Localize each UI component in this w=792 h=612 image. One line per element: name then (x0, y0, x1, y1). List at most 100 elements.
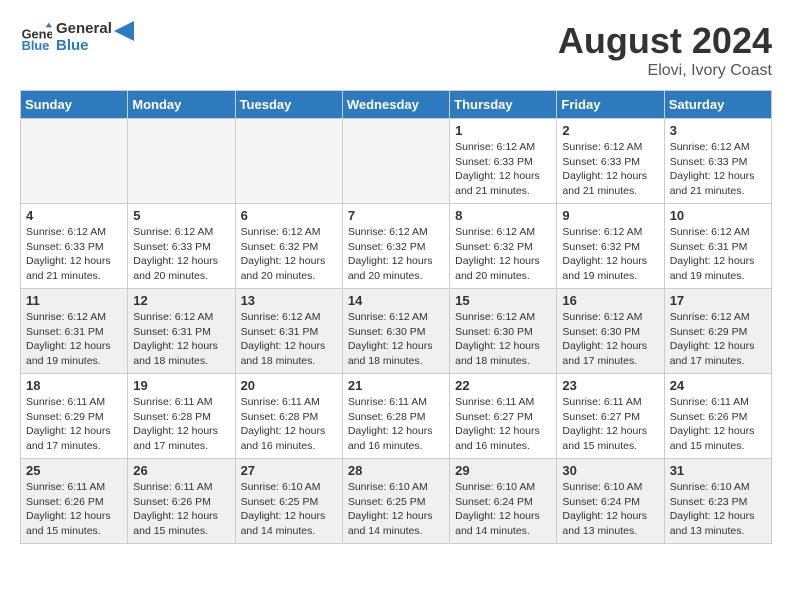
calendar-cell: 30Sunrise: 6:10 AMSunset: 6:24 PMDayligh… (557, 459, 664, 544)
day-number: 3 (670, 123, 766, 138)
col-header-monday: Monday (128, 91, 235, 119)
day-info: Sunrise: 6:12 AMSunset: 6:30 PMDaylight:… (455, 310, 551, 369)
logo: General Blue General Blue (20, 20, 134, 54)
day-info: Sunrise: 6:12 AMSunset: 6:32 PMDaylight:… (348, 225, 444, 284)
day-info: Sunrise: 6:12 AMSunset: 6:31 PMDaylight:… (26, 310, 122, 369)
calendar-cell (128, 119, 235, 204)
col-header-tuesday: Tuesday (235, 91, 342, 119)
day-info: Sunrise: 6:12 AMSunset: 6:31 PMDaylight:… (241, 310, 337, 369)
day-number: 19 (133, 378, 229, 393)
calendar-body: 1 Sunrise: 6:12 AMSunset: 6:33 PMDaylight… (21, 119, 772, 544)
calendar-cell: 7 Sunrise: 6:12 AMSunset: 6:32 PMDaylight… (342, 204, 449, 289)
day-info: Sunrise: 6:12 AMSunset: 6:32 PMDaylight:… (455, 225, 551, 284)
calendar-cell: 17 Sunrise: 6:12 AMSunset: 6:29 PMDayligh… (664, 289, 771, 374)
calendar-cell: 6 Sunrise: 6:12 AMSunset: 6:32 PMDaylight… (235, 204, 342, 289)
calendar-cell: 4 Sunrise: 6:12 AMSunset: 6:33 PMDaylight… (21, 204, 128, 289)
logo-blue: Blue (56, 37, 112, 54)
day-number: 4 (26, 208, 122, 223)
col-header-sunday: Sunday (21, 91, 128, 119)
calendar-cell: 12 Sunrise: 6:12 AMSunset: 6:31 PMDayligh… (128, 289, 235, 374)
day-number: 27 (241, 463, 337, 478)
calendar-cell (342, 119, 449, 204)
calendar-cell: 8 Sunrise: 6:12 AMSunset: 6:32 PMDaylight… (450, 204, 557, 289)
day-number: 16 (562, 293, 658, 308)
calendar-cell: 27 Sunrise: 6:10 AMSunset: 6:25 PMDayligh… (235, 459, 342, 544)
calendar-cell: 11 Sunrise: 6:12 AMSunset: 6:31 PMDayligh… (21, 289, 128, 374)
day-number: 22 (455, 378, 551, 393)
day-info: Sunrise: 6:12 AMSunset: 6:30 PMDaylight:… (348, 310, 444, 369)
day-info: Sunrise: 6:12 AMSunset: 6:29 PMDaylight:… (670, 310, 766, 369)
col-header-wednesday: Wednesday (342, 91, 449, 119)
calendar-cell: 26 Sunrise: 6:11 AMSunset: 6:26 PMDayligh… (128, 459, 235, 544)
day-number: 31 (670, 463, 766, 478)
day-info: Sunrise: 6:11 AMSunset: 6:28 PMDaylight:… (241, 395, 337, 454)
logo-general: General (56, 20, 112, 37)
day-number: 8 (455, 208, 551, 223)
calendar-cell: 25Sunrise: 6:11 AMSunset: 6:26 PMDayligh… (21, 459, 128, 544)
calendar-cell: 13 Sunrise: 6:12 AMSunset: 6:31 PMDayligh… (235, 289, 342, 374)
calendar-week-3: 11 Sunrise: 6:12 AMSunset: 6:31 PMDayligh… (21, 289, 772, 374)
month-year-title: August 2024 (558, 20, 772, 62)
day-number: 30 (562, 463, 658, 478)
day-number: 28 (348, 463, 444, 478)
day-number: 21 (348, 378, 444, 393)
day-number: 11 (26, 293, 122, 308)
day-number: 18 (26, 378, 122, 393)
svg-text:Blue: Blue (22, 38, 50, 53)
calendar-cell: 28 Sunrise: 6:10 AMSunset: 6:25 PMDayligh… (342, 459, 449, 544)
calendar-cell: 14 Sunrise: 6:12 AMSunset: 6:30 PMDayligh… (342, 289, 449, 374)
day-number: 7 (348, 208, 444, 223)
calendar-cell: 22 Sunrise: 6:11 AMSunset: 6:27 PMDayligh… (450, 374, 557, 459)
day-info: Sunrise: 6:11 AMSunset: 6:27 PMDaylight:… (455, 395, 551, 454)
calendar-week-2: 4 Sunrise: 6:12 AMSunset: 6:33 PMDaylight… (21, 204, 772, 289)
day-info: Sunrise: 6:10 AMSunset: 6:24 PMDaylight:… (455, 480, 551, 539)
calendar-cell: 5Sunrise: 6:12 AMSunset: 6:33 PMDaylight… (128, 204, 235, 289)
day-number: 9 (562, 208, 658, 223)
calendar-table: SundayMondayTuesdayWednesdayThursdayFrid… (20, 90, 772, 544)
day-info: Sunrise: 6:12 AMSunset: 6:32 PMDaylight:… (241, 225, 337, 284)
calendar-cell: 10 Sunrise: 6:12 AMSunset: 6:31 PMDayligh… (664, 204, 771, 289)
title-block: August 2024 Elovi, Ivory Coast (558, 20, 772, 80)
calendar-week-4: 18 Sunrise: 6:11 AMSunset: 6:29 PMDayligh… (21, 374, 772, 459)
col-header-saturday: Saturday (664, 91, 771, 119)
day-number: 6 (241, 208, 337, 223)
day-info: Sunrise: 6:11 AMSunset: 6:26 PMDaylight:… (133, 480, 229, 539)
day-info: Sunrise: 6:12 AMSunset: 6:32 PMDaylight:… (562, 225, 658, 284)
day-number: 13 (241, 293, 337, 308)
day-info: Sunrise: 6:12 AMSunset: 6:31 PMDaylight:… (670, 225, 766, 284)
day-number: 23 (562, 378, 658, 393)
day-info: Sunrise: 6:11 AMSunset: 6:28 PMDaylight:… (348, 395, 444, 454)
day-number: 1 (455, 123, 551, 138)
calendar-cell (235, 119, 342, 204)
col-header-thursday: Thursday (450, 91, 557, 119)
calendar-week-1: 1 Sunrise: 6:12 AMSunset: 6:33 PMDaylight… (21, 119, 772, 204)
calendar-cell: 24Sunrise: 6:11 AMSunset: 6:26 PMDayligh… (664, 374, 771, 459)
day-number: 12 (133, 293, 229, 308)
day-info: Sunrise: 6:11 AMSunset: 6:29 PMDaylight:… (26, 395, 122, 454)
calendar-cell: 18 Sunrise: 6:11 AMSunset: 6:29 PMDayligh… (21, 374, 128, 459)
day-info: Sunrise: 6:10 AMSunset: 6:25 PMDaylight:… (348, 480, 444, 539)
day-number: 26 (133, 463, 229, 478)
day-number: 17 (670, 293, 766, 308)
col-header-friday: Friday (557, 91, 664, 119)
day-number: 29 (455, 463, 551, 478)
day-info: Sunrise: 6:12 AMSunset: 6:33 PMDaylight:… (26, 225, 122, 284)
day-number: 10 (670, 208, 766, 223)
calendar-cell: 9 Sunrise: 6:12 AMSunset: 6:32 PMDaylight… (557, 204, 664, 289)
calendar-header-row: SundayMondayTuesdayWednesdayThursdayFrid… (21, 91, 772, 119)
calendar-cell: 31Sunrise: 6:10 AMSunset: 6:23 PMDayligh… (664, 459, 771, 544)
day-info: Sunrise: 6:12 AMSunset: 6:33 PMDaylight:… (562, 140, 658, 199)
day-number: 15 (455, 293, 551, 308)
day-info: Sunrise: 6:12 AMSunset: 6:30 PMDaylight:… (562, 310, 658, 369)
day-number: 20 (241, 378, 337, 393)
day-info: Sunrise: 6:11 AMSunset: 6:26 PMDaylight:… (26, 480, 122, 539)
day-number: 5 (133, 208, 229, 223)
day-info: Sunrise: 6:11 AMSunset: 6:27 PMDaylight:… (562, 395, 658, 454)
day-info: Sunrise: 6:11 AMSunset: 6:26 PMDaylight:… (670, 395, 766, 454)
day-number: 14 (348, 293, 444, 308)
day-info: Sunrise: 6:12 AMSunset: 6:33 PMDaylight:… (455, 140, 551, 199)
location-subtitle: Elovi, Ivory Coast (558, 62, 772, 80)
day-info: Sunrise: 6:10 AMSunset: 6:25 PMDaylight:… (241, 480, 337, 539)
day-info: Sunrise: 6:12 AMSunset: 6:31 PMDaylight:… (133, 310, 229, 369)
calendar-cell: 29 Sunrise: 6:10 AMSunset: 6:24 PMDayligh… (450, 459, 557, 544)
